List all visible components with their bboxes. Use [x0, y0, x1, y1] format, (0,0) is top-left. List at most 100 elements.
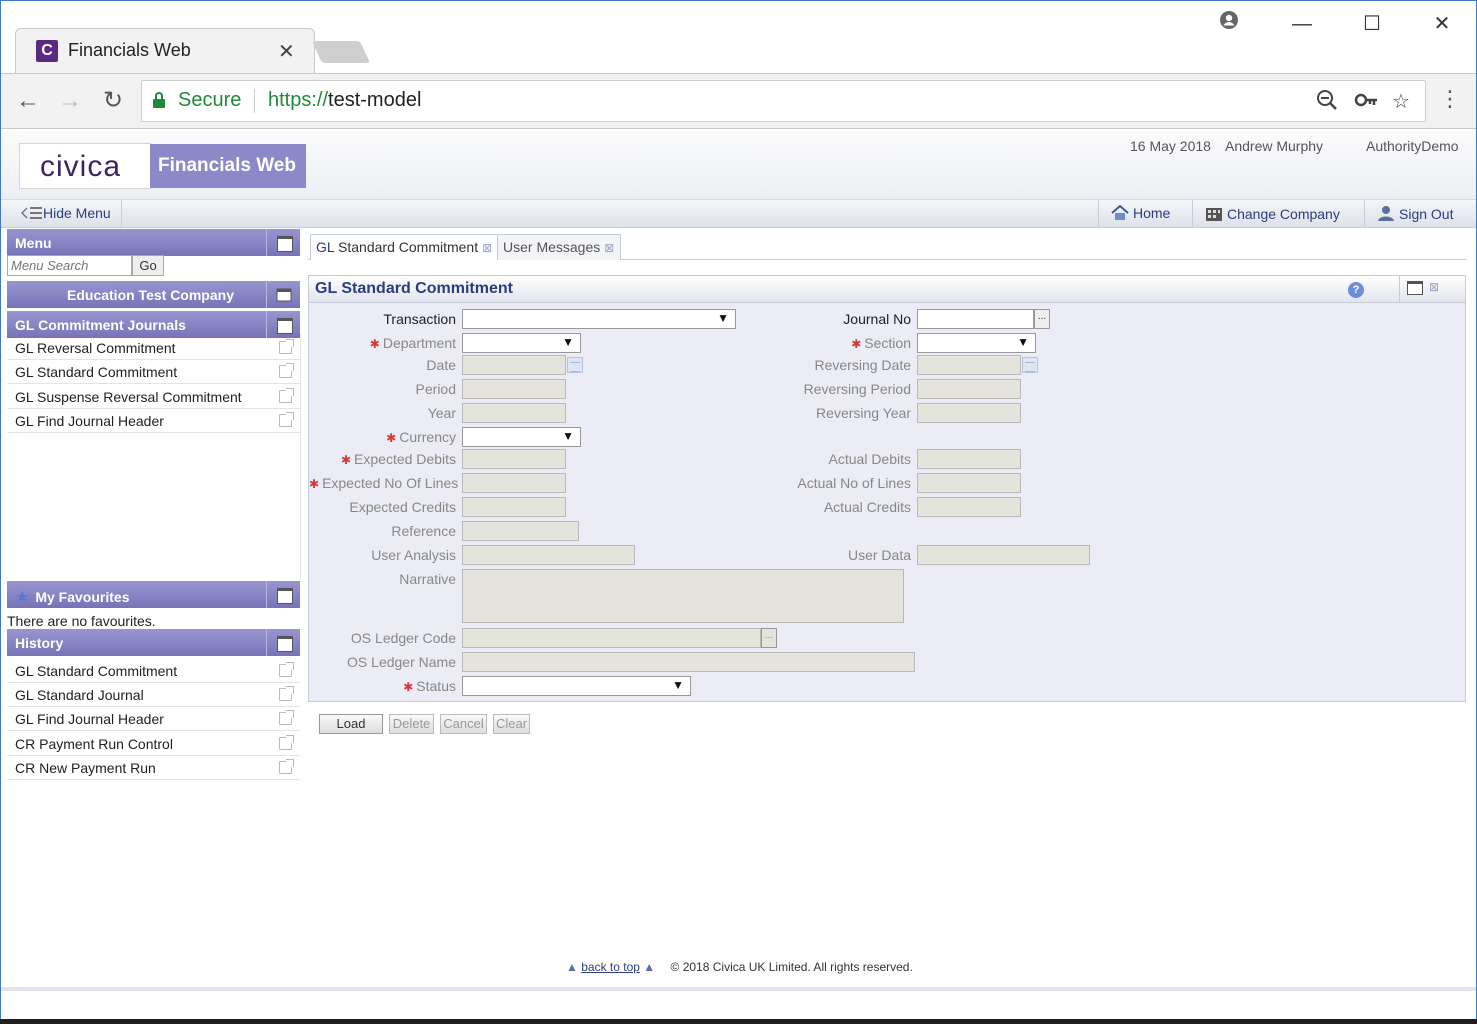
clear-button[interactable]: Clear	[493, 714, 530, 734]
tab-close-icon[interactable]: ✕	[278, 39, 295, 64]
folder-up-icon[interactable]	[266, 311, 300, 338]
sidebar-item-gl-find-journal-header[interactable]: GL Find Journal Header	[7, 409, 300, 433]
section-select[interactable]: ▼	[917, 333, 1036, 353]
open-new-window-icon[interactable]	[279, 686, 294, 701]
open-new-window-icon[interactable]	[279, 388, 294, 403]
tab-close-icon[interactable]: ⊠	[604, 241, 614, 255]
actual-no-lines-field[interactable]	[917, 473, 1021, 493]
reload-icon[interactable]: ↻	[98, 86, 128, 116]
os-ledger-code-label: OS Ledger Code	[350, 630, 456, 646]
load-button[interactable]: Load	[319, 714, 383, 734]
department-select[interactable]: ▼	[462, 333, 581, 353]
open-new-window-icon[interactable]	[279, 735, 294, 750]
cancel-button[interactable]: Cancel	[440, 714, 487, 734]
history-window-icon[interactable]	[266, 629, 300, 656]
expected-debits-field[interactable]	[462, 449, 566, 469]
back-to-top-link[interactable]: back to top	[581, 960, 640, 974]
open-new-window-icon[interactable]	[279, 412, 294, 427]
reversing-year-field[interactable]	[917, 403, 1021, 423]
expected-credits-field[interactable]	[462, 497, 566, 517]
date-field[interactable]	[462, 355, 566, 375]
back-arrow-icon[interactable]: ←	[13, 86, 43, 116]
commitment-journals-header[interactable]: GL Commitment Journals	[7, 311, 300, 338]
os-ledger-code-lookup-button[interactable]: ...	[761, 628, 777, 648]
zoom-out-icon[interactable]	[1316, 89, 1338, 117]
dropdown-arrow-icon: ▼	[562, 429, 574, 443]
sidebar-item-gl-suspense-reversal-commitment[interactable]: GL Suspense Reversal Commitment	[7, 385, 300, 409]
expected-no-lines-field[interactable]	[462, 473, 566, 493]
journal-no-lookup-button[interactable]: ...	[1034, 309, 1050, 329]
sign-out-link[interactable]: Sign Out	[1364, 200, 1465, 227]
help-icon[interactable]: ?	[1348, 282, 1364, 298]
reversing-date-field[interactable]	[917, 355, 1021, 375]
close-window-icon[interactable]: ✕	[1427, 9, 1457, 39]
tab-close-icon[interactable]: ⊠	[482, 241, 492, 255]
calendar-icon[interactable]	[567, 357, 583, 373]
top-menubar: Hide Menu Home Change Company Sign Out	[1, 200, 1476, 228]
tab-gl-standard-commitment[interactable]: GL Standard Commitment ⊠	[310, 234, 500, 260]
os-ledger-name-label: OS Ledger Name	[347, 654, 456, 670]
user-analysis-label: User Analysis	[371, 547, 456, 563]
profile-icon[interactable]	[1214, 9, 1244, 39]
sidebar-item-gl-standard-commitment[interactable]: GL Standard Commitment	[7, 360, 300, 384]
year-field[interactable]	[462, 403, 566, 423]
menu-panel-window-icon[interactable]	[266, 229, 300, 256]
open-new-window-icon[interactable]	[279, 363, 294, 378]
user-analysis-field[interactable]	[462, 545, 635, 565]
new-tab-button[interactable]	[311, 41, 371, 63]
logo-text: CIVICA	[40, 150, 122, 183]
browser-toolbar: ← → ↻ Secure https://test-model ☆ ⋮	[1, 73, 1476, 129]
change-company-link[interactable]: Change Company	[1192, 200, 1352, 227]
hide-menu-label: Hide Menu	[43, 205, 111, 221]
history-item-gl-standard-journal[interactable]: GL Standard Journal	[7, 683, 300, 707]
open-new-window-icon[interactable]	[279, 759, 294, 774]
browser-tab[interactable]: C Financials Web ✕	[15, 28, 315, 73]
currency-select[interactable]: ▼	[462, 427, 581, 447]
open-new-window-icon[interactable]	[279, 662, 294, 677]
menu-search-go-button[interactable]: Go	[132, 255, 164, 276]
sign-out-label: Sign Out	[1399, 206, 1454, 222]
browser-menu-icon[interactable]: ⋮	[1439, 86, 1461, 112]
period-field[interactable]	[462, 379, 566, 399]
minimize-icon[interactable]: —	[1287, 9, 1317, 39]
company-window-icon[interactable]	[266, 281, 300, 308]
form-close-icon[interactable]: ⊠	[1429, 280, 1439, 294]
user-data-field[interactable]	[917, 545, 1090, 565]
url-text[interactable]: https://test-model	[268, 89, 421, 112]
menu-search-input[interactable]	[7, 255, 132, 276]
forward-arrow-icon[interactable]: →	[55, 86, 85, 116]
favourites-window-icon[interactable]	[266, 581, 300, 608]
history-item-label: GL Find Journal Header	[15, 711, 164, 727]
open-new-window-icon[interactable]	[279, 339, 294, 354]
tab-user-messages[interactable]: User Messages ⊠	[497, 234, 622, 260]
hide-menu-button[interactable]: Hide Menu	[11, 200, 122, 227]
history-item-gl-standard-commitment[interactable]: GL Standard Commitment	[7, 659, 300, 683]
maximize-icon[interactable]: ☐	[1357, 9, 1387, 39]
status-select[interactable]: ▼	[462, 676, 691, 696]
home-link[interactable]: Home	[1098, 200, 1182, 227]
actual-debits-field[interactable]	[917, 449, 1021, 469]
reversing-period-field[interactable]	[917, 379, 1021, 399]
transaction-select[interactable]: ▼	[462, 309, 736, 329]
os-ledger-code-field[interactable]	[462, 628, 761, 648]
bookmark-star-icon[interactable]: ☆	[1392, 89, 1410, 114]
narrative-textarea[interactable]	[462, 569, 904, 623]
address-bar[interactable]: Secure https://test-model ☆	[141, 80, 1426, 122]
favourites-header: ★ My Favourites	[7, 581, 300, 608]
journal-no-field[interactable]	[917, 309, 1034, 329]
form-window-icon[interactable]	[1407, 281, 1423, 295]
actual-credits-field[interactable]	[917, 497, 1021, 517]
history-item-gl-find-journal-header[interactable]: GL Find Journal Header	[7, 707, 300, 731]
os-ledger-name-field[interactable]	[462, 652, 915, 672]
sidebar-item-gl-reversal-commitment[interactable]: GL Reversal Commitment	[7, 336, 300, 360]
calendar-icon[interactable]	[1022, 357, 1038, 373]
delete-button[interactable]: Delete	[389, 714, 434, 734]
open-new-window-icon[interactable]	[279, 710, 294, 725]
copyright-text: © 2018 Civica UK Limited. All rights res…	[670, 960, 913, 974]
title-divider	[1399, 276, 1400, 303]
history-item-cr-new-payment-run[interactable]: CR New Payment Run	[7, 756, 300, 780]
history-item-cr-payment-run-control[interactable]: CR Payment Run Control	[7, 732, 300, 756]
reference-field[interactable]	[462, 521, 579, 541]
key-icon[interactable]	[1354, 89, 1378, 117]
no-favourites-text: There are no favourites.	[7, 613, 156, 629]
